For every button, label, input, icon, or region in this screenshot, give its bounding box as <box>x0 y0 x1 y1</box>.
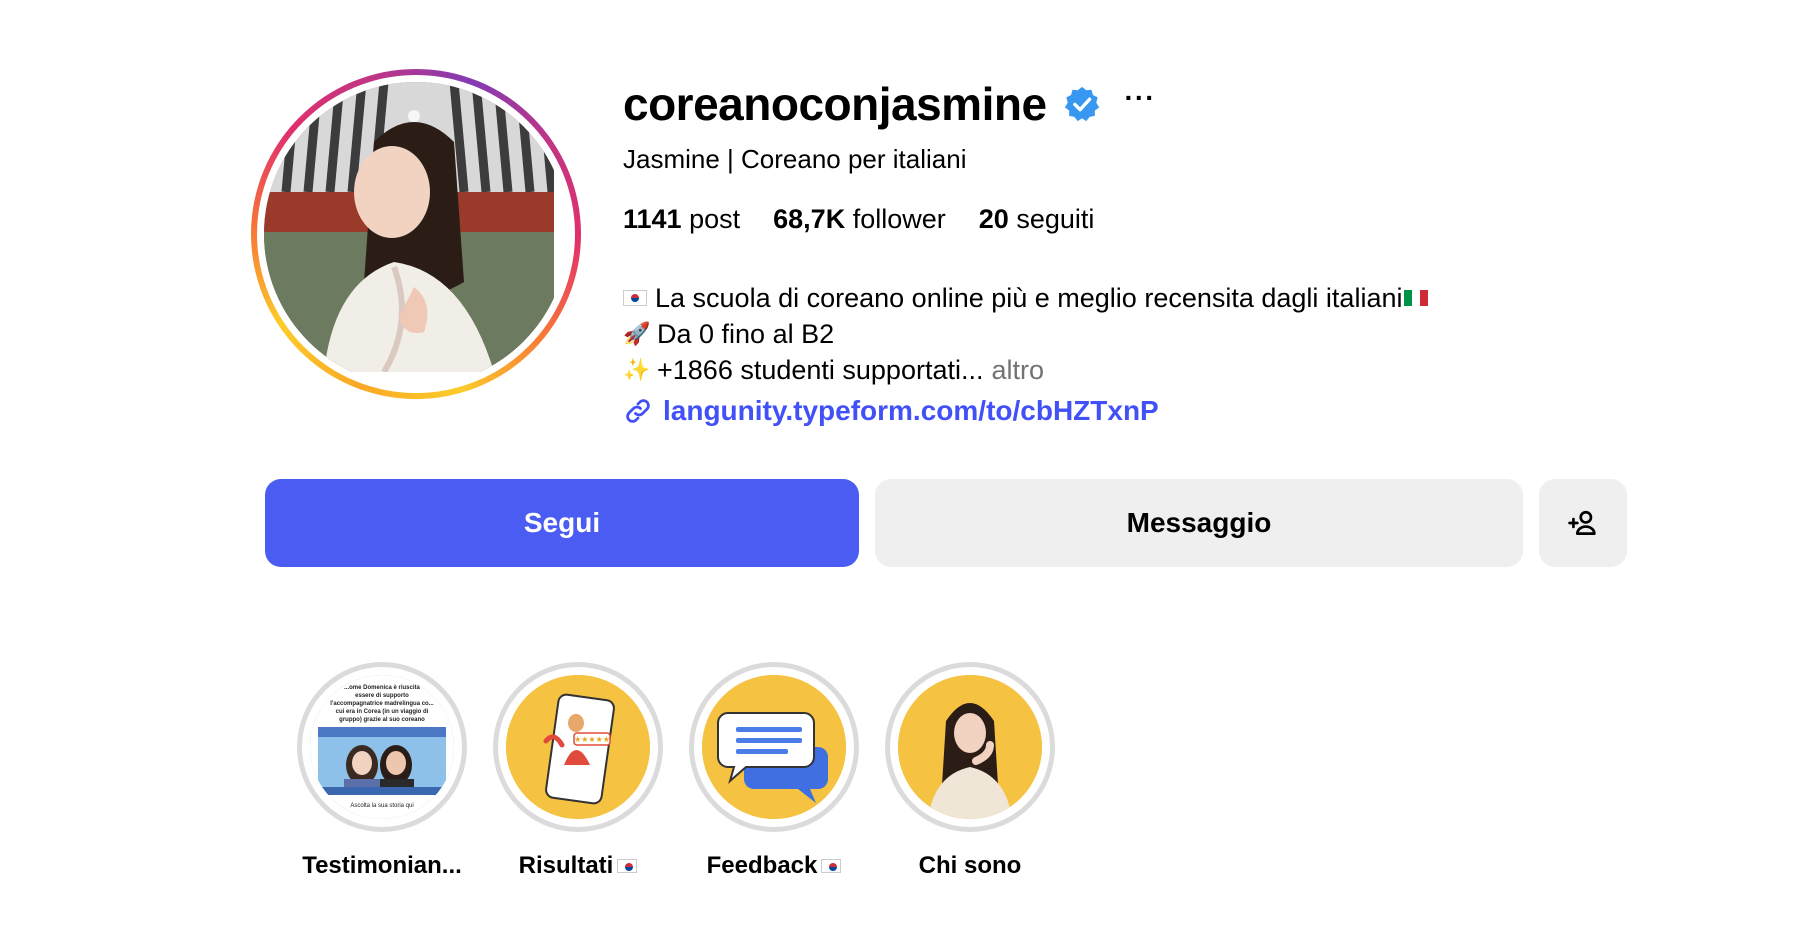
posts-label: post <box>689 204 741 234</box>
followers-count: 68,7K <box>773 204 846 234</box>
link-icon <box>626 399 650 423</box>
highlight-label: Risultati <box>493 852 663 880</box>
profile-full-name: Jasmine | Coreano per italiani <box>623 144 967 174</box>
highlight-cover: ...ome Domenica è riuscita essere di sup… <box>310 675 454 819</box>
profile-header-row: coreanoconjasmine ··· <box>623 76 1156 132</box>
highlight-label: Feedback <box>689 852 859 880</box>
highlight-cover <box>702 675 846 819</box>
bio-line-3-text: +1866 studenti supportati... <box>657 355 984 385</box>
follow-button[interactable]: Segui <box>265 479 859 567</box>
korea-flag-icon <box>617 859 638 873</box>
italy-flag-icon <box>1404 290 1429 306</box>
highlight-label-text: Feedback <box>706 852 818 879</box>
bio-link[interactable]: langunity.typeform.com/to/cbHZTxnP <box>623 395 1159 427</box>
profile-avatar <box>264 82 568 386</box>
profile-page: coreanoconjasmine ··· Jasmine | Coreano … <box>0 0 1804 946</box>
more-options-icon[interactable]: ··· <box>1125 84 1156 124</box>
highlight-item[interactable]: ★★★★★ Risultati <box>493 662 663 880</box>
thumb-text-5: gruppo) grazie al suo coreano <box>339 717 425 723</box>
bio-line-3: ✨ +1866 studenti supportati... altro <box>623 352 1428 388</box>
thumb-text-4: cui era in Corea (in un viaggio di <box>336 709 429 715</box>
profile-stats: 1141 post 68,7K follower 20 seguiti <box>623 204 1094 235</box>
highlight-label: Testimonian... <box>302 852 462 879</box>
posts-count: 1141 <box>623 204 682 234</box>
highlight-item[interactable]: Chi sono <box>885 662 1055 880</box>
thumb-text-1: ...ome Domenica è riuscita <box>344 685 420 691</box>
bio-line-1: La scuola di coreano online più e meglio… <box>623 280 1429 316</box>
korea-flag-icon <box>623 290 647 306</box>
highlight-label-text: Risultati <box>518 852 614 879</box>
highlight-item[interactable]: Feedback <box>689 662 859 880</box>
following-stat[interactable]: 20 seguiti <box>979 204 1095 235</box>
highlight-item[interactable]: ...ome Domenica è riuscita essere di sup… <box>297 662 467 880</box>
profile-bio: La scuola di coreano online più e meglio… <box>623 280 1429 388</box>
following-label: seguiti <box>1016 204 1095 234</box>
bio-more-link[interactable]: altro <box>991 352 1044 388</box>
posts-stat: 1141 post <box>623 204 740 235</box>
highlight-label: Chi sono <box>918 852 1022 879</box>
followers-label: follower <box>852 204 946 234</box>
profile-username: coreanoconjasmine <box>623 78 1047 130</box>
thumb-footer: Ascolta la sua storia qui <box>350 803 413 809</box>
bio-line-2: 🚀 Da 0 fino al B2 <box>623 316 1428 352</box>
bio-line-1-text: La scuola di coreano online più e meglio… <box>655 283 1403 313</box>
profile-avatar-story-ring[interactable] <box>251 69 581 399</box>
thumb-text-2: essere di supporto <box>355 693 409 699</box>
sparkles-icon: ✨ <box>623 357 651 382</box>
following-count: 20 <box>978 204 1009 234</box>
followers-stat[interactable]: 68,7K follower <box>773 204 946 235</box>
message-button[interactable]: Messaggio <box>875 479 1523 567</box>
thumb-text-3: l'accompagnatrice madrelingua co... <box>330 701 434 707</box>
highlight-cover: ★★★★★ <box>506 675 650 819</box>
bio-line-2-text: Da 0 fino al B2 <box>657 319 835 349</box>
bio-link-text: langunity.typeform.com/to/cbHZTxnP <box>663 395 1159 426</box>
suggest-users-button[interactable] <box>1539 479 1627 567</box>
highlight-cover <box>898 675 1042 819</box>
svg-text:★★★★★: ★★★★★ <box>574 735 610 744</box>
verified-badge-icon <box>1063 85 1101 123</box>
korea-flag-icon <box>821 859 842 873</box>
rocket-icon: 🚀 <box>623 321 651 346</box>
add-person-icon <box>1568 510 1596 535</box>
